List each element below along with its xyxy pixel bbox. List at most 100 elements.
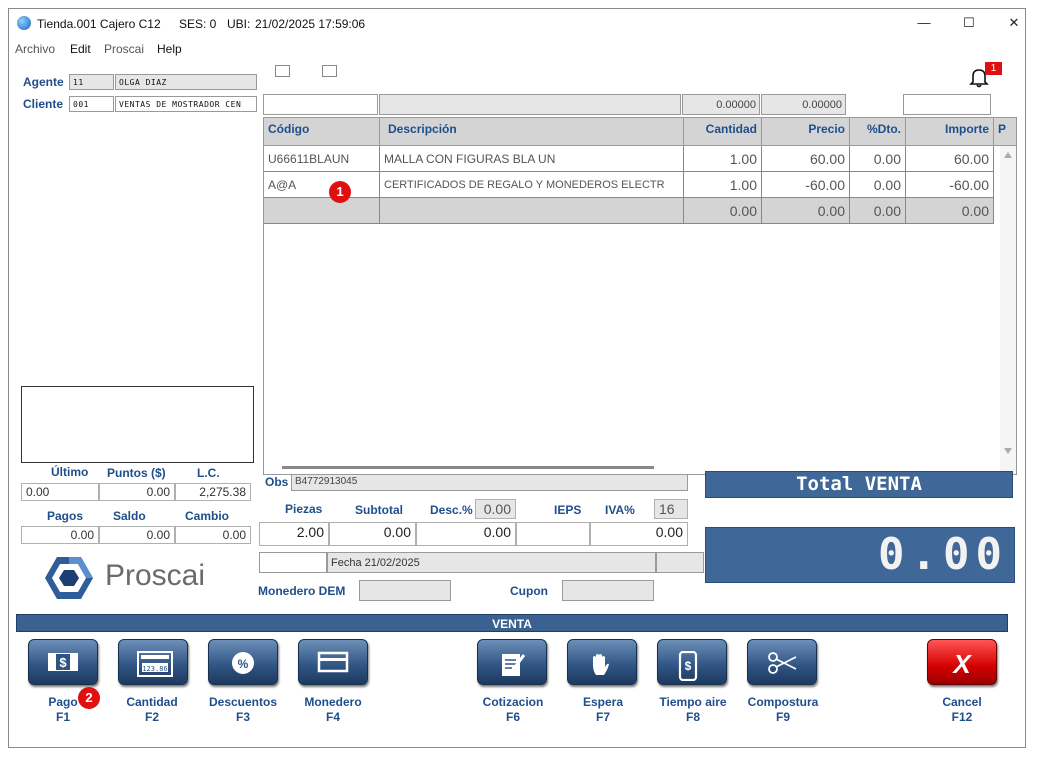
col-descripcion[interactable]: Descripción	[380, 118, 684, 146]
puntos-value: 0.00	[99, 483, 175, 501]
cell-importe: 60.00	[906, 146, 994, 172]
col-codigo[interactable]: Código	[264, 118, 380, 146]
compostura-label-text: Compostura	[747, 695, 819, 709]
compostura-button[interactable]	[747, 639, 817, 685]
monedero-dem-label: Monedero DEM	[258, 584, 346, 598]
total-venta-label: Total VENTA	[705, 471, 1013, 498]
cotizacion-button[interactable]	[477, 639, 547, 685]
code-entry-input[interactable]	[263, 94, 378, 115]
checkbox-1[interactable]	[275, 65, 290, 77]
ieps-value	[516, 522, 590, 546]
piezas-label: Piezas	[285, 502, 323, 516]
fecha-field: Fecha 21/02/2025	[327, 552, 656, 573]
app-globe-icon	[17, 16, 31, 30]
svg-text:X: X	[951, 651, 972, 677]
obs-field[interactable]: B4772913045	[291, 474, 688, 491]
percent-icon: %	[227, 651, 259, 674]
monedero-dem-field[interactable]	[359, 580, 451, 601]
maximize-button[interactable]: ☐	[954, 15, 984, 33]
top-right-input[interactable]	[903, 94, 991, 115]
iva-value: 16	[654, 499, 688, 519]
table-row[interactable]: 0.00 0.00 0.00 0.00	[264, 198, 994, 224]
cell-cantidad: 1.00	[684, 146, 762, 172]
close-button[interactable]: ✕	[999, 15, 1029, 33]
cliente-code-field[interactable]: 001	[69, 96, 114, 112]
quote-edit-icon	[496, 651, 528, 676]
espera-label: Espera F7	[558, 695, 648, 725]
tiempo-aire-button[interactable]: $	[657, 639, 727, 685]
monedero-button[interactable]	[298, 639, 368, 685]
monedero-key: F4	[325, 710, 340, 724]
grid-vertical-scrollbar[interactable]	[1000, 146, 1016, 474]
menu-proscai[interactable]: Proscai	[104, 42, 144, 56]
menu-help[interactable]: Help	[157, 42, 182, 56]
pagos-label: Pagos	[47, 509, 84, 523]
agente-label: Agente	[23, 75, 64, 89]
cancel-label: Cancel F12	[917, 695, 1007, 725]
cell-precio: -60.00	[762, 172, 850, 198]
col-precio[interactable]: Precio	[762, 118, 850, 146]
menu-archivo[interactable]: Archivo	[15, 42, 55, 56]
agente-name-field[interactable]: OLGA DIAZ	[115, 74, 257, 90]
lc-label: L.C.	[197, 466, 220, 480]
svg-text:$: $	[59, 655, 67, 670]
cell-precio: 60.00	[762, 146, 850, 172]
cell-cantidad: 0.00	[684, 198, 762, 224]
calculator-icon: 123.86	[137, 651, 173, 677]
total-amount-display: 0.00	[705, 527, 1015, 583]
agente-code-field[interactable]: 11	[69, 74, 114, 90]
top-value-1: 0.00000	[682, 94, 760, 115]
pago-button[interactable]: $	[28, 639, 98, 685]
minimize-button[interactable]: —	[909, 15, 939, 33]
desc-amount-value: 0.00	[416, 522, 516, 546]
col-importe[interactable]: Importe	[906, 118, 994, 146]
svg-text:123.86: 123.86	[142, 665, 167, 673]
cupon-field[interactable]	[562, 580, 654, 601]
cliente-name-field[interactable]: VENTAS DE MOSTRADOR CEN	[115, 96, 257, 112]
fecha-right-field	[656, 552, 704, 573]
scroll-up-icon[interactable]	[1004, 152, 1012, 158]
cell-cantidad: 1.00	[684, 172, 762, 198]
items-grid[interactable]: Código Descripción Cantidad Precio %Dto.…	[263, 117, 1017, 475]
cantidad-button[interactable]: 123.86	[118, 639, 188, 685]
svg-text:$: $	[685, 659, 692, 673]
app-window: Tienda.001 Cajero C12 SES: 0 UBI: 21/02/…	[8, 8, 1026, 748]
mode-bar: VENTA	[16, 614, 1008, 632]
title-bar: Tienda.001 Cajero C12 SES: 0 UBI: 21/02/…	[9, 9, 1025, 39]
notes-box	[21, 386, 254, 463]
table-row[interactable]: A@A CERTIFICADOS DE REGALO Y MONEDEROS E…	[264, 172, 994, 198]
puntos-label: Puntos ($)	[107, 466, 166, 480]
table-row[interactable]: U66611BLAUN MALLA CON FIGURAS BLA UN 1.0…	[264, 146, 994, 172]
marker-badge-1: 1	[329, 181, 351, 203]
ultimo-value: 0.00	[21, 483, 99, 501]
proscai-logo-text: Proscai	[105, 559, 206, 592]
descuentos-button[interactable]: %	[208, 639, 278, 685]
monedero-label-text: Monedero	[304, 695, 362, 709]
menu-edit[interactable]: Edit	[70, 42, 91, 56]
checkbox-2[interactable]	[322, 65, 337, 77]
cancel-button[interactable]: X	[927, 639, 997, 685]
datetime-label: 21/02/2025 17:59:06	[255, 17, 366, 31]
espera-button[interactable]	[567, 639, 637, 685]
compostura-key: F9	[775, 710, 790, 724]
cotizacion-label-text: Cotizacion	[482, 695, 544, 709]
card-icon	[317, 651, 349, 673]
col-dto[interactable]: %Dto.	[850, 118, 906, 146]
cotizacion-label: Cotizacion F6	[468, 695, 558, 725]
cell-descripcion	[380, 198, 684, 224]
cambio-label: Cambio	[185, 509, 230, 523]
cancel-key: F12	[951, 710, 973, 724]
cell-descripcion: CERTIFICADOS DE REGALO Y MONEDEROS ELECT…	[380, 172, 684, 198]
col-cantidad[interactable]: Cantidad	[684, 118, 762, 146]
grid-horizontal-scrollbar[interactable]	[282, 466, 654, 469]
subtotal-value: 0.00	[329, 522, 416, 546]
saldo-label: Saldo	[113, 509, 146, 523]
scroll-down-icon[interactable]	[1004, 448, 1012, 454]
cash-icon: $	[47, 651, 79, 673]
tiempo-aire-label-text: Tiempo aire	[659, 695, 727, 709]
cantidad-key: F2	[144, 710, 159, 724]
fecha-left-field[interactable]	[259, 552, 327, 573]
cambio-value: 0.00	[175, 526, 251, 544]
col-p[interactable]: P	[994, 118, 1016, 146]
top-value-2: 0.00000	[761, 94, 846, 115]
